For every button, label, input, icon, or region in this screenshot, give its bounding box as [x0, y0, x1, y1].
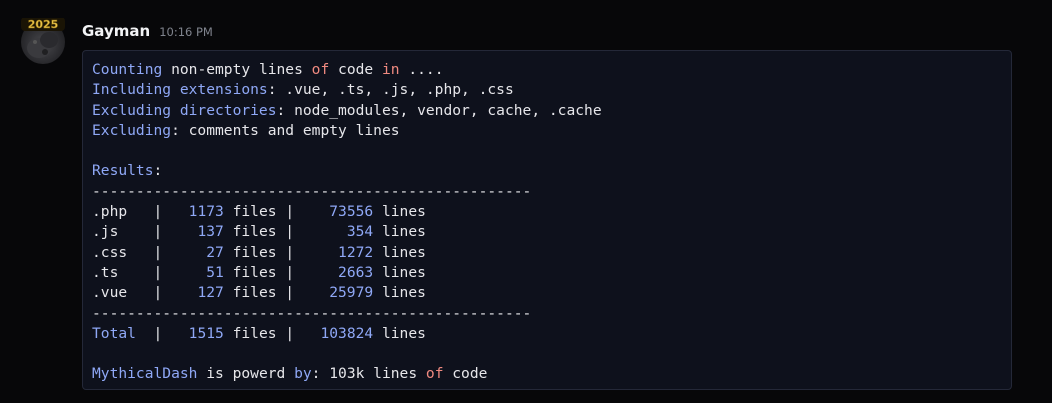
- result-row: .php | 1173 files | 73556 lines: [92, 202, 1011, 222]
- result-lines-label: lines: [373, 203, 426, 221]
- total-separator: |: [135, 324, 189, 342]
- result-line-count: 25979: [329, 284, 374, 302]
- username[interactable]: Gayman: [82, 22, 150, 40]
- code-block: Counting non-empty lines of code in ....…: [82, 50, 1012, 390]
- code-keyword: Results: [92, 162, 154, 180]
- code-text: : 103k lines: [311, 365, 426, 383]
- code-keyword: by: [294, 365, 312, 383]
- code-operator: of: [425, 365, 444, 383]
- result-line-count: 2663: [338, 263, 374, 281]
- code-text: code: [329, 61, 382, 78]
- code-line: Results:: [92, 161, 1011, 181]
- code-text: ....: [399, 61, 444, 78]
- result-extension: .ts |: [92, 263, 207, 281]
- result-row: .ts | 51 files | 2663 lines: [92, 263, 1011, 283]
- result-file-count: 127: [197, 284, 224, 302]
- message-header: Gayman 10:16 PM: [82, 22, 213, 42]
- new-year-badge-icon: 2025: [21, 18, 65, 31]
- result-row: .js | 137 files | 354 lines: [92, 222, 1011, 242]
- code-line: Excluding: comments and empty lines: [92, 121, 1011, 141]
- result-extension: .php |: [92, 203, 189, 221]
- total-line-count: 103824: [320, 324, 374, 342]
- total-label: Total: [92, 324, 136, 342]
- result-lines-label: lines: [373, 263, 426, 281]
- result-extension: .js |: [92, 223, 198, 241]
- avatar-image: 2025: [21, 18, 65, 64]
- result-extension: .css |: [92, 243, 207, 261]
- result-file-count: 1173: [188, 203, 224, 221]
- code-keyword: Excluding directories: [92, 101, 277, 119]
- code-text: is powerd: [197, 365, 295, 383]
- result-line-count: 1272: [338, 243, 374, 261]
- total-files-label: files |: [223, 324, 321, 342]
- total-row: Total | 1515 files | 103824 lines: [92, 324, 1011, 344]
- total-lines-label: lines: [373, 324, 426, 342]
- result-files-label: files |: [223, 223, 347, 241]
- result-lines-label: lines: [373, 243, 426, 261]
- result-file-count: 137: [197, 223, 224, 241]
- result-row: .css | 27 files | 1272 lines: [92, 243, 1011, 263]
- code-text: code: [443, 365, 488, 383]
- result-line-count: 354: [346, 223, 374, 241]
- code-operator: in: [381, 61, 400, 78]
- result-lines-label: lines: [373, 223, 426, 241]
- code-footer-line: MythicalDash is powerd by: 103k lines of…: [92, 364, 1011, 384]
- result-file-count: 51: [206, 263, 224, 281]
- result-files-label: files |: [223, 203, 330, 221]
- result-line-count: 73556: [329, 203, 374, 221]
- result-file-count: 27: [206, 243, 224, 261]
- svg-text:2025: 2025: [28, 18, 59, 31]
- code-text: :: [153, 162, 163, 180]
- result-files-label: files |: [223, 263, 339, 281]
- result-files-label: files |: [223, 243, 339, 261]
- code-separator: ----------------------------------------…: [92, 182, 532, 200]
- code-keyword: Excluding: [92, 121, 172, 139]
- result-extension: .vue |: [92, 284, 198, 302]
- result-lines-label: lines: [373, 284, 426, 302]
- code-text: : .vue, .ts, .js, .php, .css: [267, 81, 514, 99]
- code-keyword: MythicalDash: [92, 365, 198, 383]
- chat-message: 2025 Gayman 10:16 PM Counting non-empty …: [0, 0, 1052, 403]
- code-keyword: Counting: [92, 61, 163, 78]
- total-file-count: 1515: [188, 324, 224, 342]
- code-text: : comments and empty lines: [171, 121, 400, 139]
- code-text: non-empty lines: [162, 61, 312, 78]
- code-line: Excluding directories: node_modules, ven…: [92, 101, 1011, 121]
- result-files-label: files |: [223, 284, 330, 302]
- code-text: : node_modules, vendor, cache, .cache: [276, 101, 602, 119]
- code-operator: of: [311, 61, 330, 78]
- code-keyword: Including extensions: [92, 81, 268, 99]
- code-line: Counting non-empty lines of code in ....: [92, 60, 1011, 80]
- result-row: .vue | 127 files | 25979 lines: [92, 283, 1011, 303]
- code-separator: ----------------------------------------…: [92, 304, 532, 322]
- user-avatar[interactable]: 2025: [21, 18, 65, 64]
- code-line: Including extensions: .vue, .ts, .js, .p…: [92, 80, 1011, 100]
- message-timestamp[interactable]: 10:16 PM: [159, 25, 213, 39]
